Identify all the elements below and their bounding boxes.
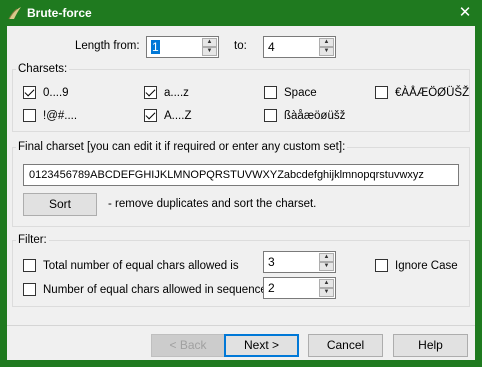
charset-uppercase-checkbox[interactable] xyxy=(144,109,157,122)
window-frame-bottom xyxy=(0,360,482,367)
sort-button[interactable]: Sort xyxy=(23,193,97,216)
charset-symbols-label: !@#.... xyxy=(43,110,78,122)
total-equal-chars-label: Total number of equal chars allowed is xyxy=(43,260,239,272)
ignore-case-checkbox[interactable] xyxy=(375,259,388,272)
charset-digits-label: 0....9 xyxy=(43,87,69,99)
window-frame-right xyxy=(475,26,482,367)
charset-digits-checkbox[interactable] xyxy=(23,86,36,99)
charset-uppercase-label: A....Z xyxy=(164,110,192,122)
length-from-label: Length from: xyxy=(75,40,140,52)
sort-hint: - remove duplicates and sort the charset… xyxy=(108,198,317,210)
back-button[interactable]: < Back xyxy=(151,334,225,357)
sequence-equal-chars-label: Number of equal chars allowed in sequenc… xyxy=(43,284,279,296)
spin-up-icon[interactable]: ▲ xyxy=(319,279,334,288)
spin-up-icon[interactable]: ▲ xyxy=(319,38,334,47)
cancel-button[interactable]: Cancel xyxy=(308,334,383,357)
dialog-body: Length from: 1 ▲ ▼ to: 4 ▲ ▼ Charsets: 0..… xyxy=(7,26,475,360)
charset-lowercase-checkbox[interactable] xyxy=(144,86,157,99)
next-button[interactable]: Next > xyxy=(224,334,299,357)
sequence-equal-chars-checkbox[interactable] xyxy=(23,283,36,296)
total-equal-chars-value[interactable]: 3 xyxy=(268,255,275,269)
charsets-group-title: Charsets: xyxy=(16,63,70,75)
spin-down-icon[interactable]: ▼ xyxy=(319,262,334,271)
spin-up-icon[interactable]: ▲ xyxy=(202,38,217,47)
charset-extended-upper-checkbox[interactable] xyxy=(375,86,388,99)
charset-lowercase-label: a....z xyxy=(164,87,189,99)
length-from-stepper[interactable]: 1 ▲ ▼ xyxy=(146,36,219,58)
window-frame-left xyxy=(0,26,7,367)
charset-space-checkbox[interactable] xyxy=(264,86,277,99)
charset-space-label: Space xyxy=(284,87,317,99)
window-title: Brute-force xyxy=(27,6,92,20)
sequence-equal-chars-stepper[interactable]: 2 ▲ ▼ xyxy=(263,277,336,299)
final-charset-group-title: Final charset [you can edit it if requir… xyxy=(16,141,348,153)
length-to-stepper[interactable]: 4 ▲ ▼ xyxy=(263,36,336,58)
charset-extended-upper-label: €ÀÅÆÖØÜŠŽ xyxy=(395,87,470,99)
final-charset-input[interactable]: 0123456789ABCDEFGHIJKLMNOPQRSTUVWXYZabcd… xyxy=(23,164,459,186)
total-equal-chars-stepper[interactable]: 3 ▲ ▼ xyxy=(263,251,336,273)
length-from-value[interactable]: 1 xyxy=(151,40,160,54)
close-icon[interactable]: ✕ xyxy=(448,0,482,26)
total-equal-chars-checkbox[interactable] xyxy=(23,259,36,272)
footer-separator xyxy=(7,325,475,326)
sequence-equal-chars-value[interactable]: 2 xyxy=(268,281,275,295)
title-bar: Brute-force ✕ xyxy=(0,0,482,26)
filter-group-title: Filter: xyxy=(16,234,49,246)
charset-extended-lower-label: ßàåæöøüšž xyxy=(284,110,346,122)
spin-down-icon[interactable]: ▼ xyxy=(319,47,334,56)
spin-down-icon[interactable]: ▼ xyxy=(202,47,217,56)
charset-symbols-checkbox[interactable] xyxy=(23,109,36,122)
spin-up-icon[interactable]: ▲ xyxy=(319,253,334,262)
ignore-case-label: Ignore Case xyxy=(395,260,458,272)
filter-group xyxy=(12,240,470,307)
help-button[interactable]: Help xyxy=(393,334,468,357)
app-icon xyxy=(8,7,21,20)
spin-down-icon[interactable]: ▼ xyxy=(319,288,334,297)
charset-extended-lower-checkbox[interactable] xyxy=(264,109,277,122)
length-to-value[interactable]: 4 xyxy=(268,40,275,54)
charsets-group xyxy=(12,69,470,132)
length-to-label: to: xyxy=(234,40,247,52)
